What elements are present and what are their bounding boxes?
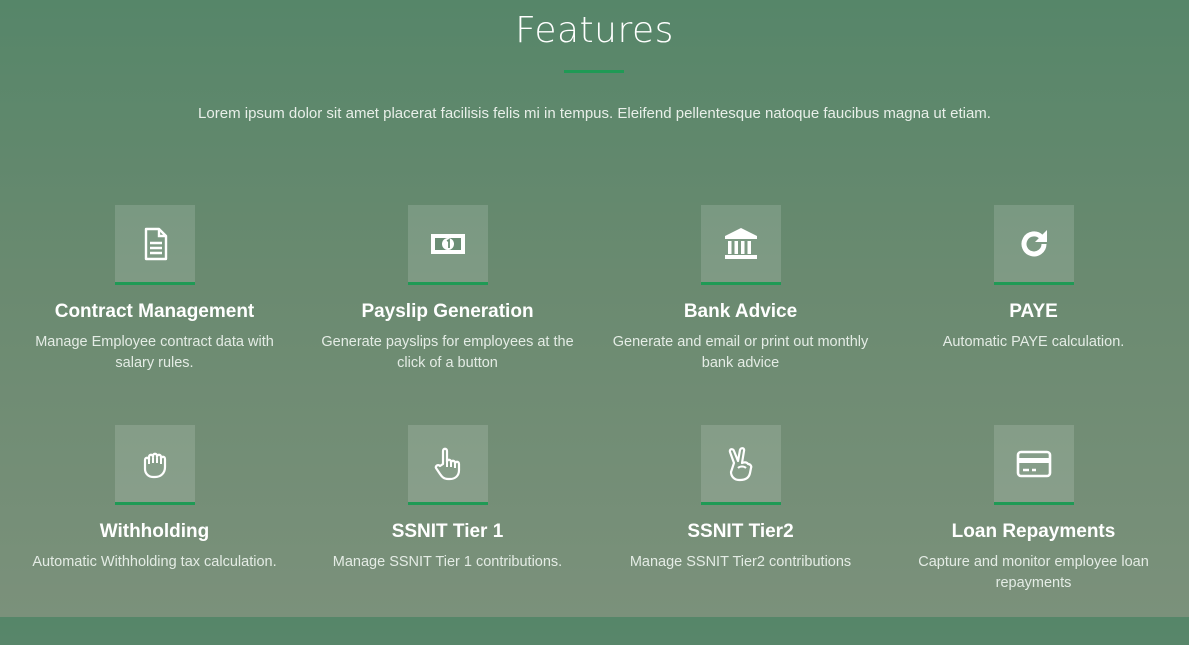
feature-card-ssnit-tier2: SSNIT Tier2 Manage SSNIT Tier2 contribut… (594, 425, 887, 645)
feature-card-payslip-generation: Payslip Generation Generate payslips for… (301, 205, 594, 425)
banknote-icon (407, 205, 488, 285)
credit-card-icon (993, 425, 1074, 505)
feature-card-paye: PAYE Automatic PAYE calculation. (887, 205, 1180, 425)
feature-card-bank-advice: Bank Advice Generate and email or print … (594, 205, 887, 425)
features-grid: Contract Management Manage Employee cont… (8, 205, 1181, 645)
feature-description: Manage SSNIT Tier2 contributions (629, 554, 852, 570)
feature-title: Loan Repayments (951, 521, 1116, 542)
feature-title: Bank Advice (683, 301, 798, 322)
feature-description: Capture and monitor employee loan repaym… (918, 554, 1149, 591)
feature-title: Payslip Generation (361, 301, 534, 322)
bank-icon (700, 205, 781, 285)
feature-description: Generate and email or print out monthly … (612, 334, 869, 371)
pointing-hand-icon (407, 425, 488, 505)
feature-description: Manage Employee contract data with salar… (35, 334, 274, 371)
feature-title: SSNIT Tier 1 (391, 521, 504, 542)
feature-title: Withholding (99, 521, 210, 542)
feature-description: Automatic Withholding tax calculation. (32, 554, 277, 570)
peace-hand-icon (700, 425, 781, 505)
feature-card-ssnit-tier-1: SSNIT Tier 1 Manage SSNIT Tier 1 contrib… (301, 425, 594, 645)
feature-description: Manage SSNIT Tier 1 contributions. (332, 554, 563, 570)
section-title: Features (515, 10, 674, 51)
feature-card-loan-repayments: Loan Repayments Capture and monitor empl… (887, 425, 1180, 645)
feature-title: PAYE (1009, 301, 1058, 322)
feature-card-contract-management: Contract Management Manage Employee cont… (8, 205, 301, 425)
feature-title: Contract Management (54, 301, 255, 322)
section-intro: Lorem ipsum dolor sit amet placerat faci… (198, 105, 991, 122)
feature-description: Automatic PAYE calculation. (942, 334, 1125, 350)
document-icon (114, 205, 195, 285)
feature-card-withholding: Withholding Automatic Withholding tax ca… (8, 425, 301, 645)
fist-icon (114, 425, 195, 505)
refresh-icon (993, 205, 1074, 285)
title-underline (564, 70, 624, 73)
feature-title: SSNIT Tier2 (687, 521, 794, 542)
feature-description: Generate payslips for employees at the c… (321, 334, 574, 371)
